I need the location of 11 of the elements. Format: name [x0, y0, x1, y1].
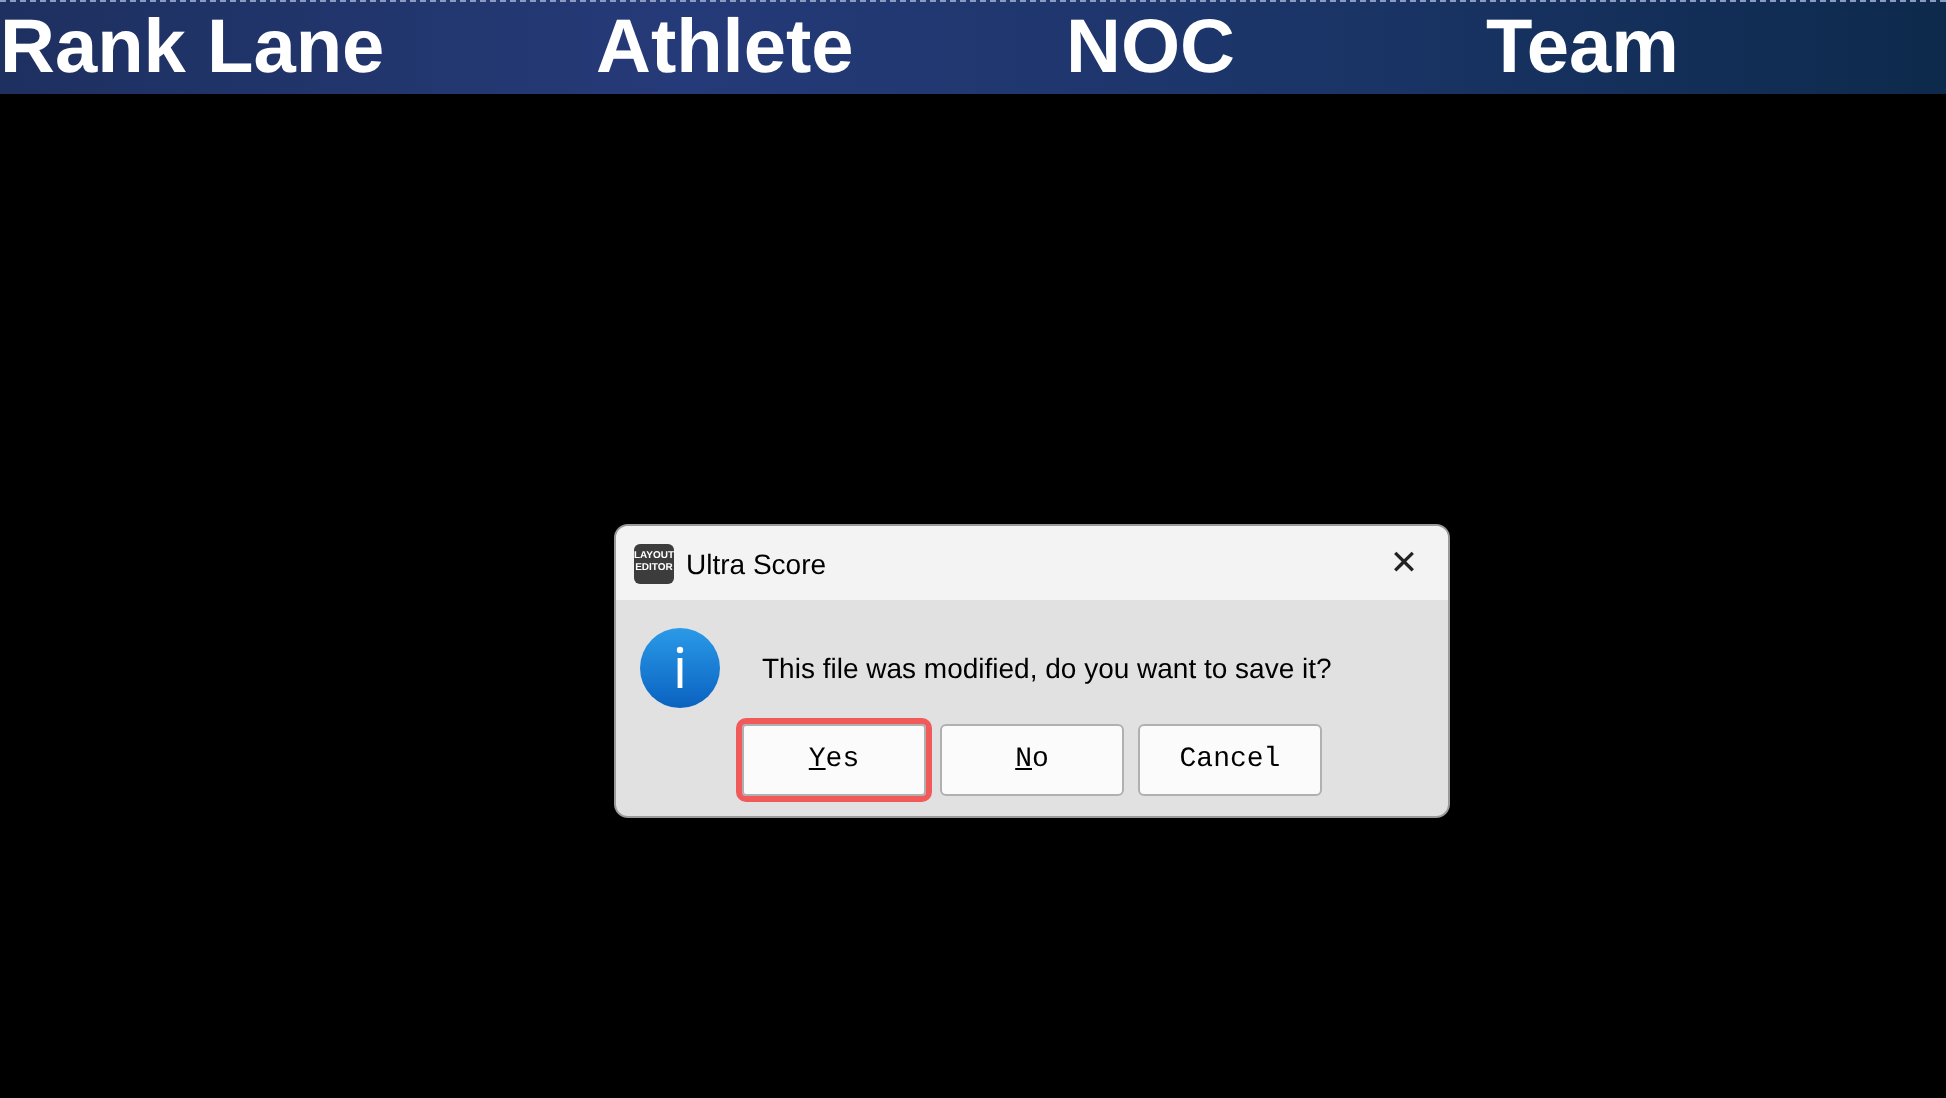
- dialog-message: This file was modified, do you want to save it?: [762, 652, 1332, 684]
- dialog-button[interactable]: Cancel: [1138, 724, 1322, 796]
- info-icon: [640, 628, 720, 708]
- column-heading: Team: [1486, 10, 1681, 86]
- dialog-button[interactable]: Yes: [742, 724, 926, 796]
- dialog-title: Ultra Score: [686, 547, 829, 579]
- close-button[interactable]: ✕: [1360, 526, 1448, 600]
- dialog-button[interactable]: No: [940, 724, 1124, 796]
- column-heading: Rank Lane: [0, 10, 387, 86]
- column-heading: Athlete: [596, 10, 856, 86]
- column-heading: NOC: [1066, 10, 1237, 86]
